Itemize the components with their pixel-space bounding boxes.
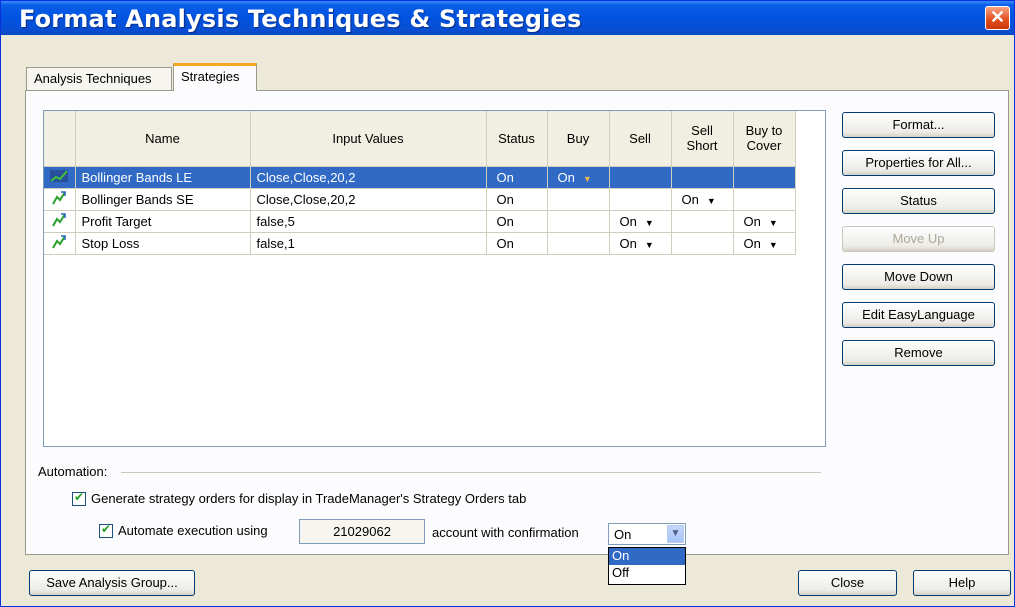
row-status[interactable]: On (486, 210, 548, 233)
row-buy[interactable] (547, 210, 610, 233)
confirmation-label: account with confirmation (432, 525, 579, 540)
title-bar[interactable]: Format Analysis Techniques & Strategies … (1, 1, 1014, 35)
row-inputs[interactable]: Close,Close,20,2 (250, 188, 487, 211)
row-name: Bollinger Bands SE (75, 188, 251, 211)
row-status[interactable]: On (486, 166, 548, 189)
close-icon[interactable]: ✕ (985, 6, 1010, 30)
column-header-status[interactable]: Status (486, 111, 548, 167)
column-header-sell-short[interactable]: Sell Short (671, 111, 734, 167)
dropdown-arrow-icon[interactable]: ▼ (769, 218, 778, 228)
generate-orders-label[interactable]: Generate strategy orders for display in … (91, 491, 526, 506)
row-inputs[interactable]: false,1 (250, 232, 487, 255)
window-title: Format Analysis Techniques & Strategies (19, 5, 582, 33)
column-header-sell[interactable]: Sell (609, 111, 672, 167)
table-row[interactable]: Bollinger Bands LE Close,Close,20,2 On O… (44, 166, 796, 189)
column-header-name[interactable]: Name (75, 111, 251, 167)
column-header-buy[interactable]: Buy (547, 111, 610, 167)
strategy-icon (44, 210, 76, 233)
row-status[interactable]: On (486, 188, 548, 211)
close-button[interactable]: Close (798, 570, 897, 596)
move-up-button[interactable]: Move Up (842, 226, 995, 252)
row-sell-short-cell[interactable]: On ▼ (671, 188, 734, 211)
automation-divider (121, 472, 821, 473)
row-sell-short[interactable] (671, 166, 734, 189)
edit-easylanguage-button[interactable]: Edit EasyLanguage (842, 302, 995, 328)
row-sell[interactable] (609, 166, 672, 189)
dropdown-arrow-icon[interactable]: ▼ (707, 196, 716, 206)
properties-for-all-button[interactable]: Properties for All... (842, 150, 995, 176)
table-row[interactable]: Profit Target false,5 On On ▼ On ▼ (44, 210, 796, 233)
confirmation-select[interactable]: On ▼ (608, 523, 686, 545)
format-button[interactable]: Format... (842, 112, 995, 138)
row-buy-cell[interactable]: On ▼ (547, 166, 610, 189)
row-buy-to-cover-cell[interactable]: On ▼ (733, 232, 796, 255)
automate-execution-checkbox[interactable] (99, 522, 113, 538)
row-name: Bollinger Bands LE (75, 166, 251, 189)
dropdown-arrow-icon[interactable]: ▼ (769, 240, 778, 250)
column-header-input-values[interactable]: Input Values (250, 111, 487, 167)
row-buy[interactable] (547, 232, 610, 255)
row-inputs[interactable]: Close,Close,20,2 (250, 166, 487, 189)
row-sell-cell[interactable]: On ▼ (609, 232, 672, 255)
row-buy-to-cover-cell[interactable]: On ▼ (733, 210, 796, 233)
confirmation-select-value: On (614, 527, 632, 542)
row-inputs[interactable]: false,5 (250, 210, 487, 233)
automate-execution-label[interactable]: Automate execution using (118, 523, 268, 538)
remove-button[interactable]: Remove (842, 340, 995, 366)
row-name: Profit Target (75, 210, 251, 233)
option-on[interactable]: On (609, 548, 685, 565)
confirmation-dropdown-list[interactable]: On Off (608, 547, 686, 585)
dropdown-arrow-icon[interactable]: ▼ (645, 240, 654, 250)
row-sell-cell[interactable]: On ▼ (609, 210, 672, 233)
status-button[interactable]: Status (842, 188, 995, 214)
dialog-window: Format Analysis Techniques & Strategies … (0, 0, 1015, 607)
row-buy-to-cover[interactable] (733, 166, 796, 189)
row-sell-short[interactable] (671, 232, 734, 255)
row-sell-short[interactable] (671, 210, 734, 233)
automation-label: Automation: (38, 464, 108, 479)
generate-orders-checkbox[interactable] (72, 490, 86, 506)
save-analysis-group-button[interactable]: Save Analysis Group... (29, 570, 195, 596)
move-down-button[interactable]: Move Down (842, 264, 995, 290)
option-off[interactable]: Off (609, 565, 685, 582)
row-name: Stop Loss (75, 232, 251, 255)
chevron-down-icon[interactable]: ▼ (667, 525, 684, 543)
help-button[interactable]: Help (913, 570, 1011, 596)
column-header-buy-to-cover[interactable]: Buy to Cover (733, 111, 796, 167)
tab-strategies[interactable]: Strategies (173, 63, 257, 91)
strategy-icon (44, 232, 76, 255)
strategy-icon (44, 188, 76, 211)
table-row[interactable]: Stop Loss false,1 On On ▼ On ▼ (44, 232, 796, 255)
tab-analysis-techniques[interactable]: Analysis Techniques (26, 67, 172, 90)
strategy-icon (44, 166, 76, 189)
row-status[interactable]: On (486, 232, 548, 255)
dropdown-arrow-icon[interactable]: ▼ (645, 218, 654, 228)
row-buy-to-cover[interactable] (733, 188, 796, 211)
row-sell[interactable] (609, 188, 672, 211)
table-row[interactable]: Bollinger Bands SE Close,Close,20,2 On O… (44, 188, 796, 211)
strategies-grid[interactable]: Name Input Values Status Buy Sell Sell S… (43, 110, 826, 447)
row-buy[interactable] (547, 188, 610, 211)
dropdown-arrow-icon[interactable]: ▼ (583, 174, 592, 184)
column-header-icon[interactable] (44, 111, 76, 167)
account-button[interactable]: 21029062 (299, 519, 425, 544)
